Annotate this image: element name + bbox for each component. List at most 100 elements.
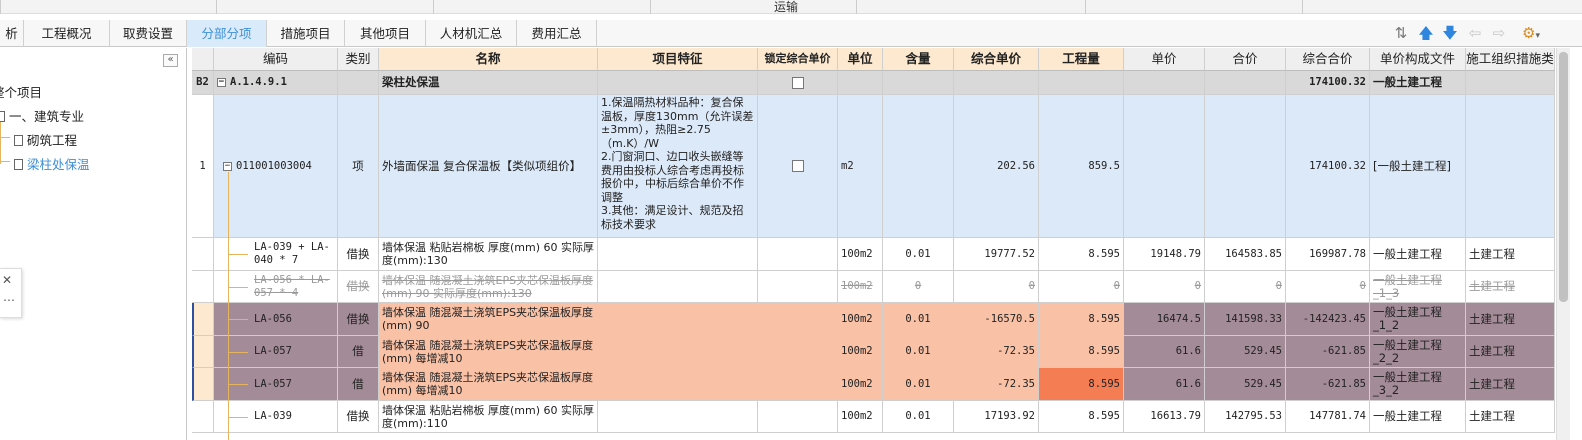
row-org-measure[interactable]: 土建工程 [1466,401,1555,433]
row-content[interactable]: 0.01 [883,368,954,401]
row-org-measure[interactable]: 土建工程 [1466,303,1555,336]
column-header-name[interactable]: 名称 [379,48,598,71]
row-name[interactable]: 墙体保温 粘贴岩棉板 厚度(mm) 60 实际厚度(mm):110 [379,401,598,433]
item-org [1466,95,1555,238]
back-arrow-icon[interactable]: ⇦ [1466,24,1484,42]
tab-sub-items[interactable]: 分部分项 [187,20,267,47]
row-unit-price: -72.35 [954,368,1039,401]
tree-root[interactable]: 整个项目 [0,82,42,101]
row-price-file[interactable]: 一般土建工程 [1370,401,1466,433]
item-name[interactable]: 外墙面保温 复合保温板【类似项组价】 [379,95,598,238]
row-code[interactable]: LA-039 [214,401,338,433]
row-quantity[interactable]: 8.595 [1039,368,1124,401]
row-quantity[interactable]: 0 [1039,271,1124,303]
item-price-file[interactable]: [一般土建工程] [1370,95,1466,238]
item-price [1124,95,1205,238]
column-header-org-measure[interactable]: 施工组织措施类 [1466,48,1555,71]
tab-fee-summary[interactable]: 费用汇总 [517,20,597,47]
row-code[interactable]: LA-057 [214,368,338,401]
row-price-file[interactable]: 一般土建工程_2_2 [1370,336,1466,368]
column-header-amount[interactable]: 合价 [1205,48,1286,71]
settings-dropdown-icon[interactable]: ⚙▾ [1518,24,1544,42]
tab-analysis[interactable]: 析 [0,20,24,47]
row-quantity[interactable]: 8.595 [1039,336,1124,368]
row-lock [758,368,838,401]
lock-price-checkbox[interactable] [791,160,804,172]
sort-icon[interactable]: ⇅ [1392,24,1410,42]
item-type: 项 [338,95,379,238]
tree-item-beam-column-insulation[interactable]: 梁柱处保温 [14,154,90,173]
row-name[interactable]: 墙体保温 随混凝土浇筑EPS夹芯保温板厚度(mm) 90 [379,303,598,336]
column-header-content[interactable]: 含量 [883,48,954,71]
row-unit-price: 17193.92 [954,401,1039,433]
row-name[interactable]: 墙体保温 随混凝土浇筑EPS夹芯保温板厚度(mm) 每增减10 [379,336,598,368]
row-content[interactable]: 0 [883,271,954,303]
row-price-file[interactable]: 一般土建工程 [1370,238,1466,271]
row-price-file[interactable]: 一般土建工程_1_2 [1370,303,1466,336]
column-header-total[interactable]: 综合合价 [1286,48,1370,71]
close-icon[interactable]: ✕ [2,273,12,287]
row-code[interactable]: LA-057 [214,336,338,368]
row-content[interactable]: 0.01 [883,336,954,368]
row-price-file[interactable]: 一般土建工程_3_2 [1370,368,1466,401]
column-header-feature[interactable]: 项目特征 [598,48,758,71]
row-content[interactable]: 0.01 [883,401,954,433]
row-quantity[interactable]: 8.595 [1039,401,1124,433]
row-price: 16613.79 [1124,401,1205,433]
column-header-quantity[interactable]: 工程量 [1039,48,1124,71]
move-up-icon[interactable]: 🡅 [1417,24,1435,42]
column-header-unit[interactable]: 单位 [838,48,883,71]
row-feature [598,368,758,401]
item-amount [1205,95,1286,238]
item-feature[interactable]: 1.保温隔热材料品种：复合保温板，厚度130mm（允许误差±3mm），热阻≥2.… [598,95,758,238]
tree-item-masonry[interactable]: 砌筑工程 [14,130,77,149]
column-header-category[interactable]: 类别 [338,48,379,71]
vertical-scrollbar[interactable] [1556,48,1570,440]
column-header-price[interactable]: 单价 [1124,48,1205,71]
row-org-measure[interactable]: 土建工程 [1466,238,1555,271]
row-price-file[interactable]: 一般土建工程_1_3 [1370,271,1466,303]
more-icon[interactable]: ⋯ [3,293,15,307]
row-content[interactable]: 0.01 [883,238,954,271]
column-header-code[interactable]: 编码 [214,48,338,71]
row-total: -142423.45 [1286,303,1370,336]
column-header-unit-price[interactable]: 综合单价 [954,48,1039,71]
row-name[interactable]: 墙体保温 粘贴岩棉板 厚度(mm) 60 实际厚度(mm):130 [379,238,598,271]
row-org-measure[interactable]: 土建工程 [1466,336,1555,368]
tree-item-label: 砌筑工程 [27,133,78,148]
row-name[interactable]: 墙体保温 随混凝土浇筑EPS夹芯保温板厚度(mm) 每增减10 [379,368,598,401]
column-header-price-file[interactable]: 单价构成文件 [1370,48,1466,71]
tree-item-label: 梁柱处保温 [27,157,90,172]
move-down-icon[interactable]: 🡇 [1441,24,1459,42]
column-header-lock-price[interactable]: 锁定综合单价 [758,48,838,71]
row-code[interactable]: LA-056 * LA-057 * 4 [214,271,338,303]
row-content[interactable]: 0.01 [883,303,954,336]
row-type: 借换 [338,271,379,303]
row-quantity[interactable]: 8.595 [1039,238,1124,271]
collapse-toggle-icon[interactable]: − [223,161,232,171]
tab-labor-material-summary[interactable]: 人材机汇总 [426,20,517,47]
section-code-cell[interactable]: − A.1.4.9.1 [214,71,338,95]
row-quantity[interactable]: 8.595 [1039,303,1124,336]
bill-of-quantities-grid: 编码 类别 名称 项目特征 锁定综合单价 单位 含量 综合单价 工程量 单价 合价 综合合价 单价构成文… [192,48,1555,440]
tab-measures[interactable]: 措施项目 [267,20,345,47]
row-code[interactable]: LA-039 + LA-040 * 7 [214,238,338,271]
tab-fee-settings[interactable]: 取费设置 [110,20,187,47]
tab-other-items[interactable]: 其他项目 [345,20,426,47]
item-quantity[interactable]: 859.5 [1039,95,1124,238]
tab-project-overview[interactable]: 工程概况 [24,20,110,47]
tree-node-building[interactable]: 一、建筑专业 [0,106,84,125]
row-code[interactable]: LA-056 [214,303,338,336]
row-org-measure[interactable]: 土建工程 [1466,271,1555,303]
collapse-panel-icon[interactable]: « [163,54,178,67]
item-code: 011001003004 [236,159,312,172]
lock-price-checkbox[interactable] [791,76,804,89]
scrollbar-thumb[interactable] [1559,52,1568,302]
item-code-cell[interactable]: −011001003004 [214,95,338,238]
row-org-measure[interactable]: 土建工程 [1466,368,1555,401]
collapse-toggle-icon[interactable]: − [217,78,226,87]
forward-arrow-icon[interactable]: ⇨ [1490,24,1508,42]
tree-connector [228,384,248,385]
row-name[interactable]: 墙体保温 随混凝土浇筑EPS夹芯保温板厚度(mm) 90 实际厚度(mm):13… [379,271,598,303]
row-unit: 100m2 [838,271,883,303]
